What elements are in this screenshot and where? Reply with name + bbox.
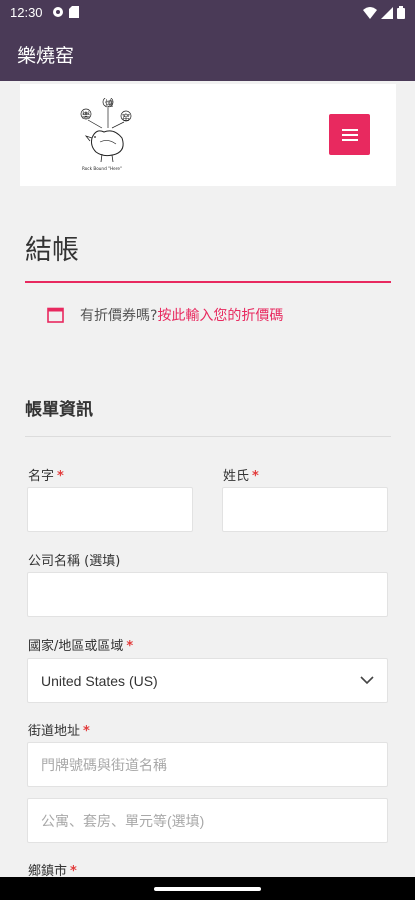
title-divider bbox=[25, 281, 391, 283]
app-title: 樂燒窑 bbox=[17, 45, 75, 67]
app-bar: 樂燒窑 bbox=[0, 26, 415, 81]
section-divider bbox=[25, 436, 391, 437]
city-label: 鄉鎮市 * bbox=[28, 860, 77, 877]
coupon-notice: 有折價券嗎? 按此輸入您的折價碼 bbox=[47, 304, 283, 326]
first-name-input[interactable] bbox=[27, 487, 193, 532]
street-label: 街道地址 * bbox=[28, 720, 90, 739]
billing-section-title: 帳單資訊 bbox=[25, 400, 93, 420]
status-time: 12:30 bbox=[10, 5, 43, 20]
status-bar: 12:30 bbox=[0, 0, 415, 26]
required-mark: * bbox=[57, 469, 64, 484]
first-name-label: 名字 * bbox=[28, 465, 64, 484]
required-mark: * bbox=[83, 724, 90, 739]
coupon-prompt: 有折價券嗎? bbox=[80, 308, 158, 324]
last-name-label: 姓氏 * bbox=[223, 465, 259, 484]
apartment-input[interactable] bbox=[27, 798, 388, 843]
hamburger-menu-icon bbox=[341, 128, 358, 141]
country-select-value: United States (US) bbox=[41, 672, 158, 689]
city-label-text: 鄉鎮市 bbox=[28, 864, 68, 877]
navigation-bar bbox=[0, 877, 415, 900]
calendar-icon bbox=[47, 307, 64, 323]
company-label: 公司名稱 (選填) bbox=[28, 554, 121, 569]
required-mark: * bbox=[126, 639, 134, 654]
required-mark: * bbox=[252, 469, 259, 484]
chevron-down-icon bbox=[360, 676, 374, 685]
last-name-label-text: 姓氏 bbox=[223, 469, 250, 484]
settings-gear-icon bbox=[53, 7, 63, 17]
status-system-icons bbox=[363, 6, 405, 19]
signal-icon bbox=[381, 6, 393, 19]
home-gesture-handle[interactable] bbox=[154, 887, 261, 891]
company-input[interactable] bbox=[27, 572, 388, 617]
street-label-text: 街道地址 bbox=[28, 724, 81, 739]
last-name-input[interactable] bbox=[222, 487, 388, 532]
wifi-icon bbox=[363, 6, 377, 19]
coupon-link[interactable]: 按此輸入您的折價碼 bbox=[157, 305, 283, 325]
sd-card-icon bbox=[69, 6, 79, 18]
status-notification-icons bbox=[52, 6, 79, 18]
first-name-label-text: 名字 bbox=[28, 469, 55, 484]
menu-button[interactable] bbox=[329, 114, 370, 155]
country-label-text: 國家/地區或區域 bbox=[28, 639, 124, 654]
site-logo[interactable]: 燒 樂 窑 Rock Bound "Here" bbox=[78, 98, 138, 172]
page-title: 結帳 bbox=[25, 235, 79, 266]
battery-icon bbox=[397, 6, 405, 19]
site-header: 燒 樂 窑 Rock Bound "Here" bbox=[20, 84, 396, 186]
street-address-input[interactable] bbox=[27, 742, 388, 787]
country-select[interactable]: United States (US) bbox=[27, 658, 388, 703]
logo-caption: Rock Bound "Here" bbox=[82, 166, 122, 171]
required-mark: * bbox=[70, 864, 77, 877]
checkout-page: 燒 樂 窑 Rock Bound "Here" 結帳 有折價券嗎? 按此輸入您的… bbox=[0, 81, 415, 877]
country-label: 國家/地區或區域 * bbox=[28, 635, 133, 654]
